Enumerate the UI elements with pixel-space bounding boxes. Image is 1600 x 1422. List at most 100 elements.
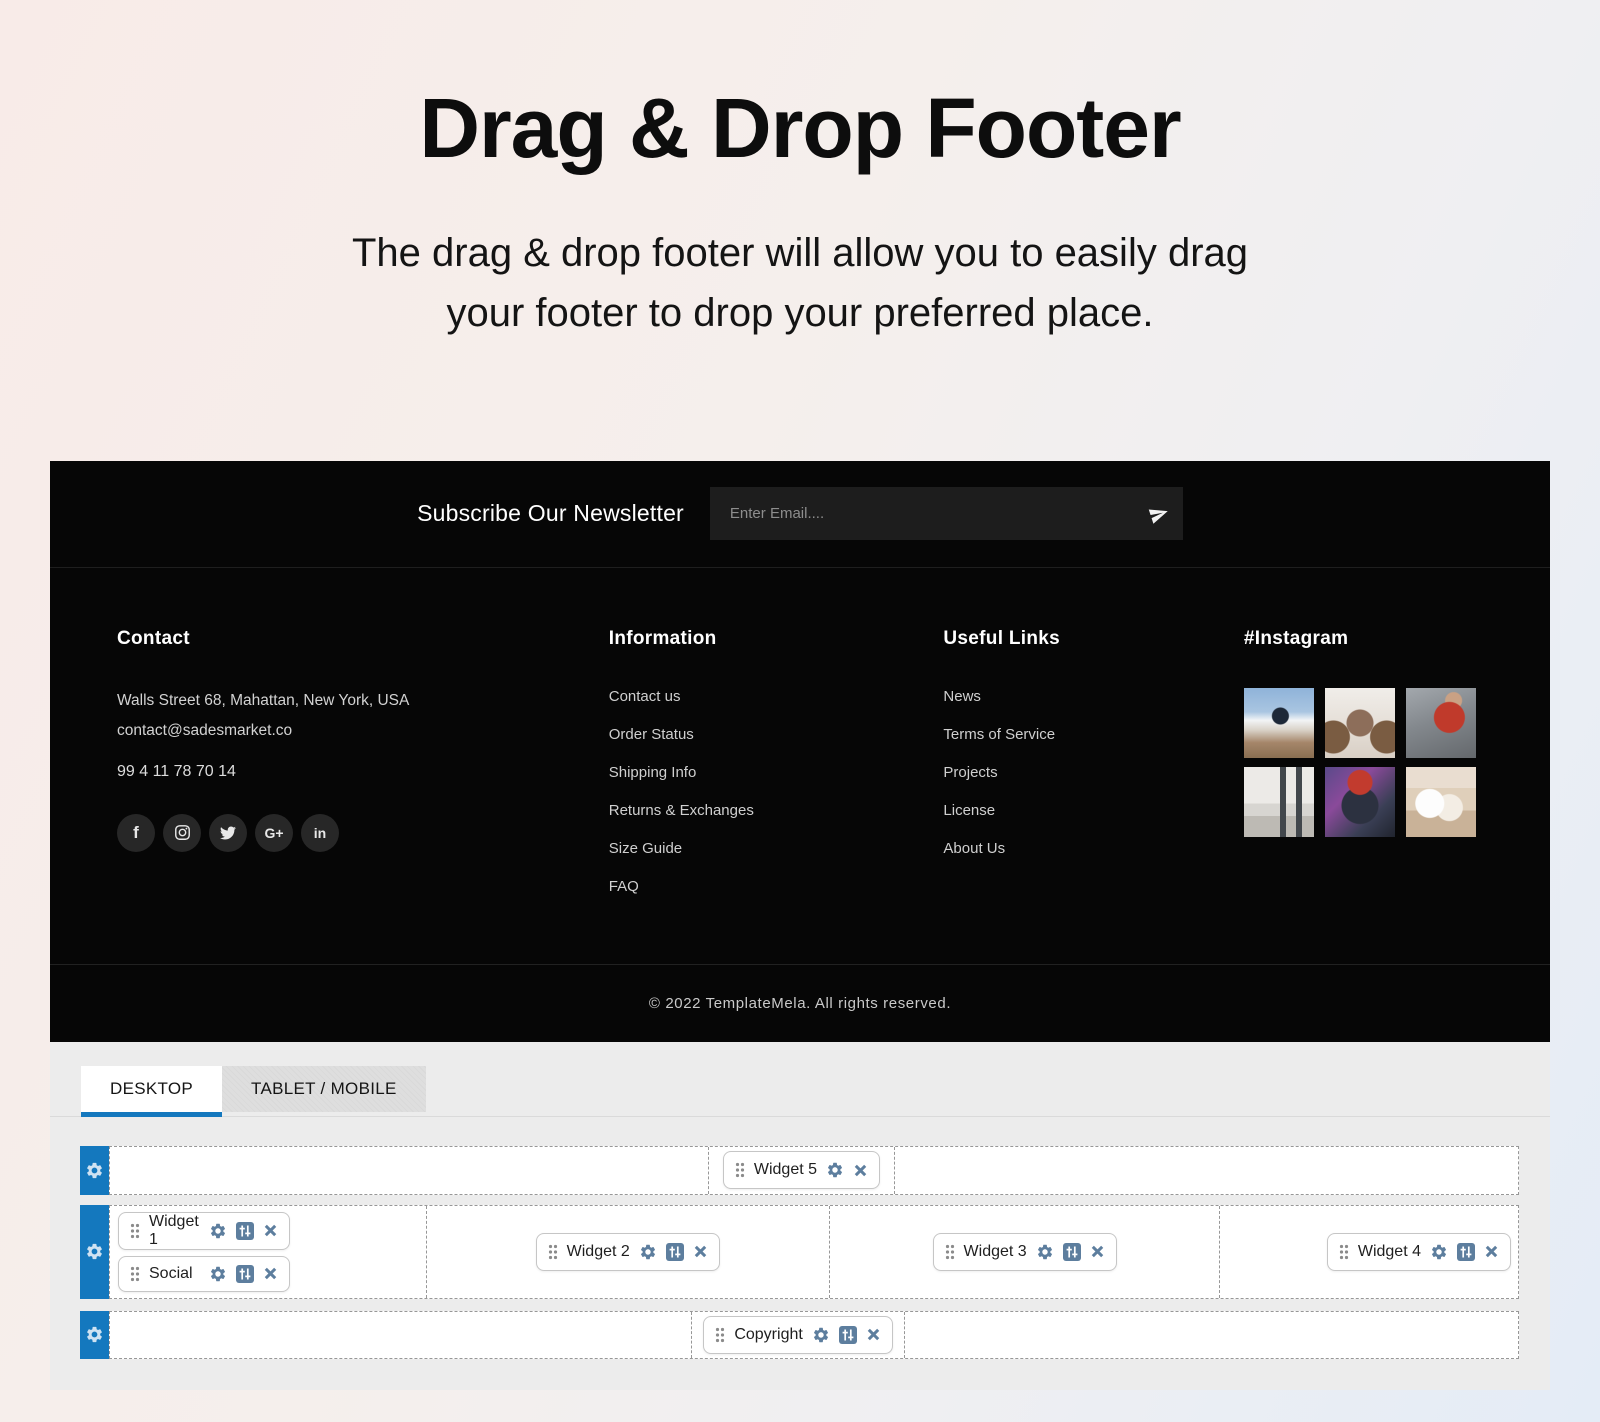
tab-tablet-mobile[interactable]: TABLET / MOBILE: [222, 1066, 426, 1112]
row-3-empty-cell[interactable]: [110, 1312, 692, 1358]
widget-remove-button[interactable]: [853, 1163, 868, 1178]
widget-settings-button[interactable]: [1430, 1243, 1448, 1261]
footer-link[interactable]: License: [943, 800, 1244, 822]
widget-chip-widget5[interactable]: Widget 5: [723, 1151, 880, 1189]
google-plus-button[interactable]: G+: [255, 814, 293, 852]
footer-columns: Contact Walls Street 68, Mahattan, New Y…: [50, 568, 1550, 964]
row-1-widget5-cell: Widget 5: [709, 1147, 895, 1194]
footer-link[interactable]: About Us: [943, 838, 1244, 860]
tab-desktop[interactable]: DESKTOP: [81, 1066, 222, 1117]
drag-handle-icon: [130, 1223, 140, 1239]
linkedin-button[interactable]: in: [301, 814, 339, 852]
widget-responsive-button[interactable]: [1457, 1243, 1475, 1261]
contact-heading: Contact: [117, 628, 609, 650]
widget-remove-button[interactable]: [263, 1266, 278, 1281]
close-icon: [853, 1163, 868, 1178]
newsletter-label: Subscribe Our Newsletter: [417, 500, 684, 527]
widget-settings-button[interactable]: [812, 1326, 830, 1344]
footer-column-information: Information Contact usOrder StatusShippi…: [609, 628, 944, 914]
widget-responsive-button[interactable]: [236, 1222, 254, 1240]
widget-settings-button[interactable]: [639, 1243, 657, 1261]
gear-icon: [1036, 1243, 1054, 1261]
widget-responsive-button[interactable]: [1063, 1243, 1081, 1261]
information-links: Contact us Order Status Shipping Info Retur…: [609, 686, 944, 898]
close-icon: [1484, 1244, 1499, 1259]
sliders-icon: [1457, 1243, 1475, 1261]
close-icon: [866, 1327, 881, 1342]
close-icon: [693, 1244, 708, 1259]
row-1-empty-cell[interactable]: [895, 1147, 1518, 1194]
editor-row-2: Widget 1 Social: [80, 1205, 1519, 1299]
widget-remove-button[interactable]: [693, 1244, 708, 1259]
contact-email[interactable]: contact@sadesmarket.co: [117, 716, 609, 746]
instagram-photo-1[interactable]: [1244, 688, 1314, 758]
footer-link[interactable]: Projects: [943, 762, 1244, 784]
drag-handle-icon: [1339, 1244, 1349, 1260]
hero-section: Drag & Drop Footer The drag & drop foote…: [0, 0, 1600, 343]
widget-chip-widget3[interactable]: Widget 3: [933, 1233, 1117, 1271]
row-1-settings-button[interactable]: [80, 1146, 109, 1195]
send-button[interactable]: [1149, 504, 1169, 524]
footer-link[interactable]: News: [943, 686, 1244, 708]
gear-icon: [209, 1222, 227, 1240]
close-icon: [263, 1223, 278, 1238]
widget-settings-button[interactable]: [209, 1265, 227, 1283]
row-3-empty-cell[interactable]: [905, 1312, 1518, 1358]
footer-link[interactable]: Shipping Info: [609, 762, 944, 784]
instagram-photo-2[interactable]: [1325, 688, 1395, 758]
page-subtitle: The drag & drop footer will allow you to…: [0, 223, 1600, 343]
paper-plane-icon: [1149, 512, 1169, 527]
widget-chip-social[interactable]: Social: [118, 1256, 290, 1292]
widget-settings-button[interactable]: [209, 1222, 227, 1240]
footer-link[interactable]: Contact us: [609, 686, 944, 708]
footer-column-instagram: #Instagram: [1244, 628, 1483, 914]
demo-panel: Subscribe Our Newsletter Contact Walls S…: [50, 461, 1550, 1390]
instagram-button[interactable]: [163, 814, 201, 852]
instagram-photo-3[interactable]: [1406, 688, 1476, 758]
widget-chip-widget2[interactable]: Widget 2: [536, 1233, 720, 1271]
widget-chip-widget4[interactable]: Widget 4: [1327, 1233, 1511, 1271]
row-1-empty-cell[interactable]: [110, 1147, 709, 1194]
widget-label: Widget 5: [754, 1161, 817, 1179]
footer-preview: Subscribe Our Newsletter Contact Walls S…: [50, 461, 1550, 1042]
row-3-settings-button[interactable]: [80, 1311, 109, 1359]
contact-address: Walls Street 68, Mahattan, New York, USA: [117, 686, 609, 716]
drag-handle-icon: [945, 1244, 955, 1260]
widget-responsive-button[interactable]: [666, 1243, 684, 1261]
editor-row-3: Copyright: [80, 1311, 1519, 1359]
instagram-photo-5[interactable]: [1325, 767, 1395, 837]
instagram-photo-6[interactable]: [1406, 767, 1476, 837]
footer-link[interactable]: Terms of Service: [943, 724, 1244, 746]
footer-link[interactable]: Size Guide: [609, 838, 944, 860]
widget-chip-widget1[interactable]: Widget 1: [118, 1212, 290, 1250]
newsletter-bar: Subscribe Our Newsletter: [50, 461, 1550, 568]
footer-column-contact: Contact Walls Street 68, Mahattan, New Y…: [117, 628, 609, 914]
row-2-col-4: Widget 4: [1220, 1206, 1518, 1298]
contact-phone[interactable]: 99 4 11 78 70 14: [117, 763, 609, 781]
widget-remove-button[interactable]: [263, 1223, 278, 1238]
footer-column-useful-links: Useful Links NewsTerms of ServiceProject…: [943, 628, 1244, 914]
widget-responsive-button[interactable]: [236, 1265, 254, 1283]
widget-settings-button[interactable]: [826, 1161, 844, 1179]
footer-link[interactable]: Returns & Exchanges: [609, 800, 944, 822]
linkedin-icon: in: [314, 825, 326, 841]
widget-remove-button[interactable]: [1484, 1244, 1499, 1259]
row-2-settings-button[interactable]: [80, 1205, 109, 1299]
row-2-col-1: Widget 1 Social: [110, 1206, 427, 1298]
widget-remove-button[interactable]: [1090, 1244, 1105, 1259]
email-input[interactable]: [710, 487, 1183, 540]
sliders-icon: [236, 1222, 254, 1240]
drag-handle-icon: [715, 1327, 725, 1343]
footer-builder-editor: DESKTOP TABLET / MOBILE Widget 5: [50, 1042, 1550, 1390]
widget-responsive-button[interactable]: [839, 1326, 857, 1344]
widget-remove-button[interactable]: [866, 1327, 881, 1342]
twitter-button[interactable]: [209, 814, 247, 852]
facebook-button[interactable]: f: [117, 814, 155, 852]
widget-chip-copyright[interactable]: Copyright: [703, 1316, 892, 1354]
widget-settings-button[interactable]: [1036, 1243, 1054, 1261]
useful-links: News Terms of Service Projects License About…: [943, 686, 1244, 860]
instagram-photo-4[interactable]: [1244, 767, 1314, 837]
footer-link[interactable]: Order Status: [609, 724, 944, 746]
gear-icon: [209, 1265, 227, 1283]
footer-link[interactable]: FAQ: [609, 876, 944, 898]
